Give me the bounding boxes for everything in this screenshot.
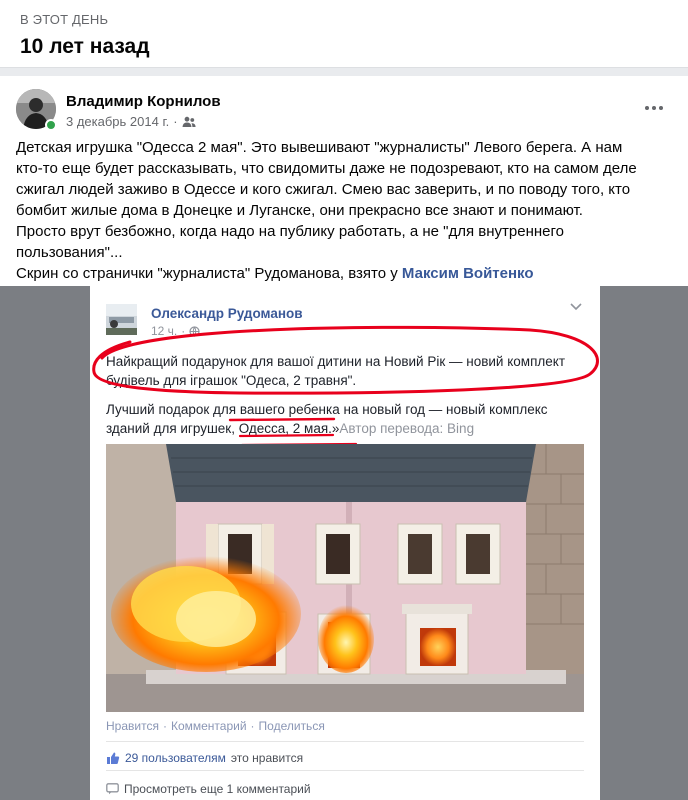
embedded-more-comments-label: Просмотреть еще 1 комментарий [124,782,311,796]
post-text-line: сжигал людей заживо в Одессе и кого сжиг… [16,181,631,198]
divider [106,770,584,771]
embedded-original-line: будівель для іграшок "Одеса, 2 травня". [106,373,357,388]
post-text-prefix: Скрин со странички "журналиста" Рудомано… [16,265,402,282]
embedded-author-avatar [106,304,137,335]
post-text-line: кто-то еще будет рассказывать, что свидо… [16,160,637,177]
embedded-author-name: Олександр Рудоманов [151,306,303,321]
embedded-post-card: Олександр Рудоманов 12 ч. · Найкращий по… [90,286,600,800]
embedded-translated-line: Лучший подарок для вашего ребенка на нов… [106,402,548,417]
more-options-button[interactable] [640,100,668,116]
memory-kicker: В ЭТОТ ДЕНЬ [20,12,109,27]
burning-dollhouse-photo [106,444,584,712]
embedded-like-link: Нравится [106,719,159,733]
embedded-meta-separator: · [181,324,186,338]
action-separator: · [162,719,167,733]
embedded-original-text: Найкращий подарунок для вашої дитини на … [106,352,586,390]
embedded-comment-link: Комментарий [170,719,247,733]
mention-link[interactable]: Максим Войтенко [402,265,534,282]
memory-header: В ЭТОТ ДЕНЬ 10 лет назад [0,0,688,68]
post-text-line: Детская игрушка "Одесса 2 мая". Это выве… [16,139,623,156]
embedded-translated-line: зданий для игрушек, Одесса, 2 мая.» [106,421,340,436]
memory-title: 10 лет назад [20,35,150,58]
post-meta: 3 декабрь 2014 г. · [66,114,196,129]
embedded-post-time: 12 ч. [151,324,178,338]
embedded-original-line: Найкращий подарунок для вашої дитини на … [106,354,566,369]
post-text: Детская игрушка "Одесса 2 мая". Это выве… [16,137,676,284]
embedded-more-comments: Просмотреть еще 1 комментарий [106,782,311,796]
embedded-likes-count: 29 пользователям [125,751,226,765]
post-text-line-last: Скрин со странички "журналиста" Рудомано… [16,263,676,284]
embedded-likes-suffix: это нравится [230,751,304,765]
post-text-line: бомбит жилые дома в Донецке и Луганске, … [16,202,583,219]
thumbs-up-icon [107,752,120,764]
translation-note: Автор перевода: Bing [339,421,475,436]
embedded-post-meta: 12 ч. · [151,324,200,338]
more-dot [659,106,663,110]
chevron-down-icon [570,300,582,314]
divider [106,741,584,742]
author-name[interactable]: Владимир Корнилов [66,93,221,110]
more-dot [652,106,656,110]
online-status-icon [45,119,57,131]
comment-icon [106,783,119,795]
embedded-likes-row: 29 пользователям это нравится [106,751,303,765]
globe-icon [189,325,200,337]
post-image[interactable]: Олександр Рудоманов 12 ч. · Найкращий по… [0,286,688,800]
embedded-translated-line-last: зданий для игрушек, Одесса, 2 мая.»Автор… [106,419,586,438]
meta-separator: · [173,114,178,129]
embedded-share-link: Поделиться [258,719,325,733]
friends-icon [182,116,196,127]
post-date[interactable]: 3 декабрь 2014 г. [66,114,169,129]
embedded-post-actions: Нравится · Комментарий · Поделиться [106,719,325,733]
post-card: Владимир Корнилов 3 декабрь 2014 г. · Де… [0,76,688,800]
post-text-line: пользования"... [16,244,123,261]
more-dots-icon [645,106,649,110]
post-text-line: Просто врут безбожно, когда надо на публ… [16,223,564,240]
embedded-translated-text: Лучший подарок для вашего ребенка на нов… [106,400,586,438]
action-separator: · [250,719,255,733]
